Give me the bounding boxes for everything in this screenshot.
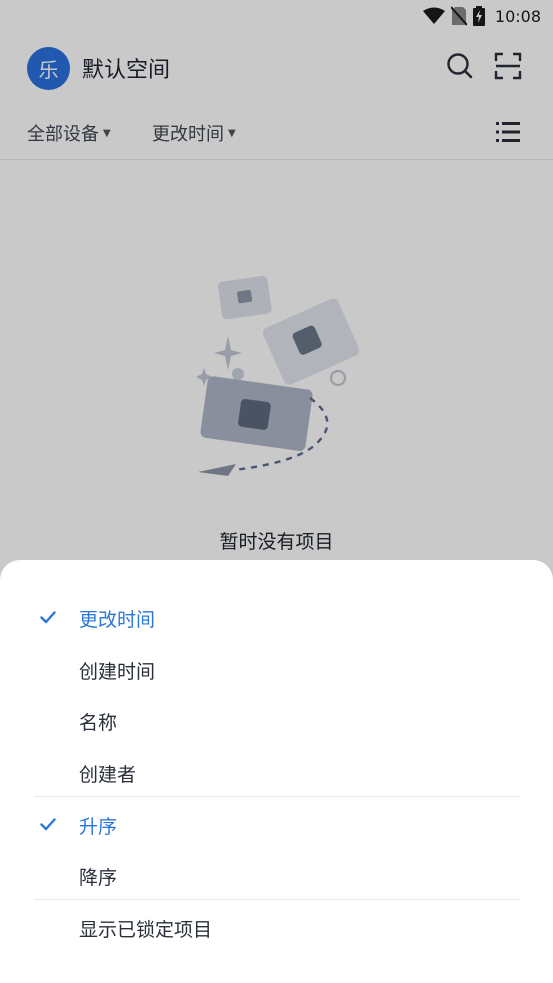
check-icon (40, 816, 56, 832)
show-locked-items[interactable]: 显示已锁定项目 (0, 903, 553, 953)
menu-item-label: 显示已锁定项目 (79, 919, 213, 941)
divider (34, 796, 520, 797)
sort-by-modified-time[interactable]: 更改时间 (0, 593, 553, 643)
sort-by-name[interactable]: 名称 (0, 696, 553, 746)
divider (34, 899, 520, 900)
menu-item-label: 创建时间 (79, 661, 156, 683)
order-descending[interactable]: 降序 (0, 851, 553, 901)
sort-by-creator[interactable]: 创建者 (0, 748, 553, 798)
menu-item-label: 降序 (79, 867, 118, 889)
sort-by-created-time[interactable]: 创建时间 (0, 645, 553, 695)
check-icon (40, 609, 56, 625)
menu-item-label: 更改时间 (79, 609, 156, 631)
menu-item-label: 名称 (79, 712, 118, 734)
order-ascending[interactable]: 升序 (0, 800, 553, 850)
menu-item-label: 创建者 (79, 764, 137, 786)
menu-item-label: 升序 (79, 816, 118, 838)
sort-options-sheet: 更改时间 创建时间 名称 创建者 升序 降序 显示已锁定项目 (0, 560, 553, 983)
